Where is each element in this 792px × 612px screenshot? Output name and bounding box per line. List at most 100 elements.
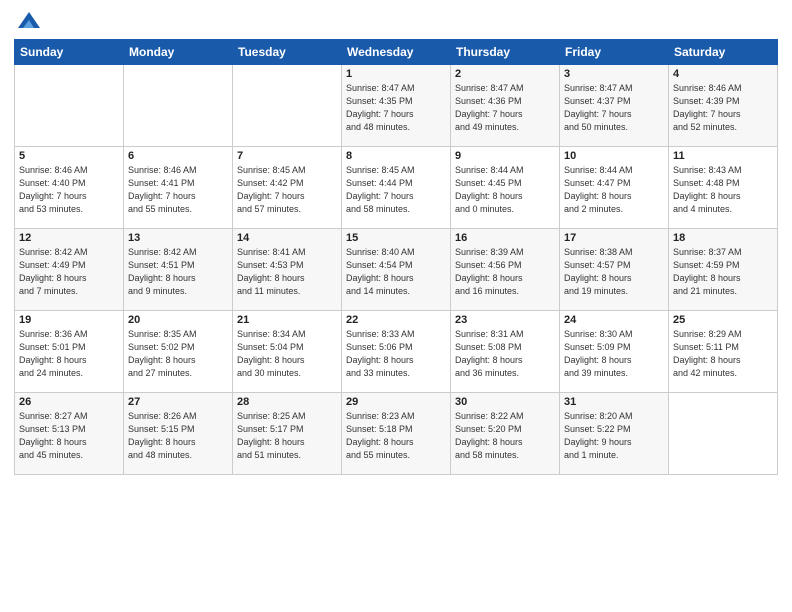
day-number: 29	[346, 396, 446, 408]
day-info: Sunrise: 8:38 AM Sunset: 4:57 PM Dayligh…	[564, 246, 664, 298]
weekday-header-sunday: Sunday	[15, 39, 124, 64]
day-number: 18	[673, 232, 773, 244]
logo	[14, 10, 42, 33]
day-info: Sunrise: 8:47 AM Sunset: 4:35 PM Dayligh…	[346, 82, 446, 134]
day-info: Sunrise: 8:46 AM Sunset: 4:40 PM Dayligh…	[19, 164, 119, 216]
calendar-week-row: 12 Sunrise: 8:42 AM Sunset: 4:49 PM Dayli…	[15, 228, 778, 310]
day-number: 11	[673, 150, 773, 162]
calendar-cell: 23 Sunrise: 8:31 AM Sunset: 5:08 PM Dayli…	[451, 310, 560, 392]
day-info: Sunrise: 8:35 AM Sunset: 5:02 PM Dayligh…	[128, 328, 228, 380]
day-number: 10	[564, 150, 664, 162]
day-number: 24	[564, 314, 664, 326]
day-number: 5	[19, 150, 119, 162]
calendar-cell: 1 Sunrise: 8:47 AM Sunset: 4:35 PM Daylig…	[342, 64, 451, 146]
calendar-cell: 9 Sunrise: 8:44 AM Sunset: 4:45 PM Daylig…	[451, 146, 560, 228]
header	[14, 10, 778, 33]
day-number: 12	[19, 232, 119, 244]
calendar-cell: 10 Sunrise: 8:44 AM Sunset: 4:47 PM Dayli…	[560, 146, 669, 228]
calendar-cell: 14 Sunrise: 8:41 AM Sunset: 4:53 PM Dayli…	[233, 228, 342, 310]
day-info: Sunrise: 8:27 AM Sunset: 5:13 PM Dayligh…	[19, 410, 119, 462]
day-info: Sunrise: 8:37 AM Sunset: 4:59 PM Dayligh…	[673, 246, 773, 298]
calendar-cell: 16Sunrise: 8:39 AM Sunset: 4:56 PM Dayli…	[451, 228, 560, 310]
weekday-header-thursday: Thursday	[451, 39, 560, 64]
day-info: Sunrise: 8:47 AM Sunset: 4:37 PM Dayligh…	[564, 82, 664, 134]
calendar-cell: 18 Sunrise: 8:37 AM Sunset: 4:59 PM Dayli…	[669, 228, 778, 310]
day-number: 14	[237, 232, 337, 244]
day-info: Sunrise: 8:30 AM Sunset: 5:09 PM Dayligh…	[564, 328, 664, 380]
weekday-header-tuesday: Tuesday	[233, 39, 342, 64]
day-info: Sunrise: 8:29 AM Sunset: 5:11 PM Dayligh…	[673, 328, 773, 380]
calendar-cell: 19 Sunrise: 8:36 AM Sunset: 5:01 PM Dayli…	[15, 310, 124, 392]
weekday-header-row: SundayMondayTuesdayWednesdayThursdayFrid…	[15, 39, 778, 64]
day-number: 25	[673, 314, 773, 326]
calendar-cell: 20 Sunrise: 8:35 AM Sunset: 5:02 PM Dayli…	[124, 310, 233, 392]
day-info: Sunrise: 8:47 AM Sunset: 4:36 PM Dayligh…	[455, 82, 555, 134]
day-number: 15	[346, 232, 446, 244]
day-number: 9	[455, 150, 555, 162]
day-info: Sunrise: 8:23 AM Sunset: 5:18 PM Dayligh…	[346, 410, 446, 462]
calendar-cell: 29 Sunrise: 8:23 AM Sunset: 5:18 PM Dayli…	[342, 392, 451, 474]
day-number: 1	[346, 68, 446, 80]
day-number: 8	[346, 150, 446, 162]
weekday-header-saturday: Saturday	[669, 39, 778, 64]
day-number: 17	[564, 232, 664, 244]
weekday-header-monday: Monday	[124, 39, 233, 64]
day-info: Sunrise: 8:44 AM Sunset: 4:47 PM Dayligh…	[564, 164, 664, 216]
calendar-cell	[669, 392, 778, 474]
day-number: 7	[237, 150, 337, 162]
day-info: Sunrise: 8:36 AM Sunset: 5:01 PM Dayligh…	[19, 328, 119, 380]
day-info: Sunrise: 8:20 AM Sunset: 5:22 PM Dayligh…	[564, 410, 664, 462]
day-info: Sunrise: 8:44 AM Sunset: 4:45 PM Dayligh…	[455, 164, 555, 216]
calendar-cell: 4 Sunrise: 8:46 AM Sunset: 4:39 PM Daylig…	[669, 64, 778, 146]
day-info: Sunrise: 8:45 AM Sunset: 4:42 PM Dayligh…	[237, 164, 337, 216]
day-number: 22	[346, 314, 446, 326]
calendar-week-row: 5 Sunrise: 8:46 AM Sunset: 4:40 PM Daylig…	[15, 146, 778, 228]
calendar-cell: 26 Sunrise: 8:27 AM Sunset: 5:13 PM Dayli…	[15, 392, 124, 474]
day-info: Sunrise: 8:45 AM Sunset: 4:44 PM Dayligh…	[346, 164, 446, 216]
day-info: Sunrise: 8:40 AM Sunset: 4:54 PM Dayligh…	[346, 246, 446, 298]
calendar-cell: 5 Sunrise: 8:46 AM Sunset: 4:40 PM Daylig…	[15, 146, 124, 228]
day-number: 3	[564, 68, 664, 80]
calendar-cell: 12 Sunrise: 8:42 AM Sunset: 4:49 PM Dayli…	[15, 228, 124, 310]
calendar-cell: 15 Sunrise: 8:40 AM Sunset: 4:54 PM Dayli…	[342, 228, 451, 310]
calendar-cell: 17 Sunrise: 8:38 AM Sunset: 4:57 PM Dayli…	[560, 228, 669, 310]
day-info: Sunrise: 8:25 AM Sunset: 5:17 PM Dayligh…	[237, 410, 337, 462]
calendar-cell: 6 Sunrise: 8:46 AM Sunset: 4:41 PM Daylig…	[124, 146, 233, 228]
day-number: 26	[19, 396, 119, 408]
calendar-cell	[233, 64, 342, 146]
day-info: Sunrise: 8:46 AM Sunset: 4:39 PM Dayligh…	[673, 82, 773, 134]
day-number: 2	[455, 68, 555, 80]
calendar-cell: 22 Sunrise: 8:33 AM Sunset: 5:06 PM Dayli…	[342, 310, 451, 392]
day-info: Sunrise: 8:43 AM Sunset: 4:48 PM Dayligh…	[673, 164, 773, 216]
day-number: 30	[455, 396, 555, 408]
day-number: 4	[673, 68, 773, 80]
day-number: 19	[19, 314, 119, 326]
calendar-table: SundayMondayTuesdayWednesdayThursdayFrid…	[14, 39, 778, 475]
calendar-cell	[15, 64, 124, 146]
calendar-week-row: 26 Sunrise: 8:27 AM Sunset: 5:13 PM Dayli…	[15, 392, 778, 474]
calendar-cell: 28 Sunrise: 8:25 AM Sunset: 5:17 PM Dayli…	[233, 392, 342, 474]
day-number: 20	[128, 314, 228, 326]
day-number: 16	[455, 232, 555, 244]
day-number: 13	[128, 232, 228, 244]
day-info: Sunrise: 8:42 AM Sunset: 4:49 PM Dayligh…	[19, 246, 119, 298]
day-info: Sunrise: 8:46 AM Sunset: 4:41 PM Dayligh…	[128, 164, 228, 216]
day-info: Sunrise: 8:33 AM Sunset: 5:06 PM Dayligh…	[346, 328, 446, 380]
calendar-cell: 30 Sunrise: 8:22 AM Sunset: 5:20 PM Dayli…	[451, 392, 560, 474]
day-info: Sunrise: 8:22 AM Sunset: 5:20 PM Dayligh…	[455, 410, 555, 462]
day-number: 23	[455, 314, 555, 326]
day-info: Sunrise: 8:42 AM Sunset: 4:51 PM Dayligh…	[128, 246, 228, 298]
calendar-page: SundayMondayTuesdayWednesdayThursdayFrid…	[0, 0, 792, 612]
day-info: Sunrise: 8:41 AM Sunset: 4:53 PM Dayligh…	[237, 246, 337, 298]
calendar-cell: 8 Sunrise: 8:45 AM Sunset: 4:44 PM Daylig…	[342, 146, 451, 228]
calendar-cell: 13 Sunrise: 8:42 AM Sunset: 4:51 PM Dayli…	[124, 228, 233, 310]
day-number: 27	[128, 396, 228, 408]
day-number: 31	[564, 396, 664, 408]
calendar-cell: 24 Sunrise: 8:30 AM Sunset: 5:09 PM Dayli…	[560, 310, 669, 392]
day-number: 28	[237, 396, 337, 408]
weekday-header-friday: Friday	[560, 39, 669, 64]
calendar-cell: 21Sunrise: 8:34 AM Sunset: 5:04 PM Dayli…	[233, 310, 342, 392]
day-number: 6	[128, 150, 228, 162]
day-info: Sunrise: 8:26 AM Sunset: 5:15 PM Dayligh…	[128, 410, 228, 462]
day-info: Sunrise: 8:31 AM Sunset: 5:08 PM Dayligh…	[455, 328, 555, 380]
